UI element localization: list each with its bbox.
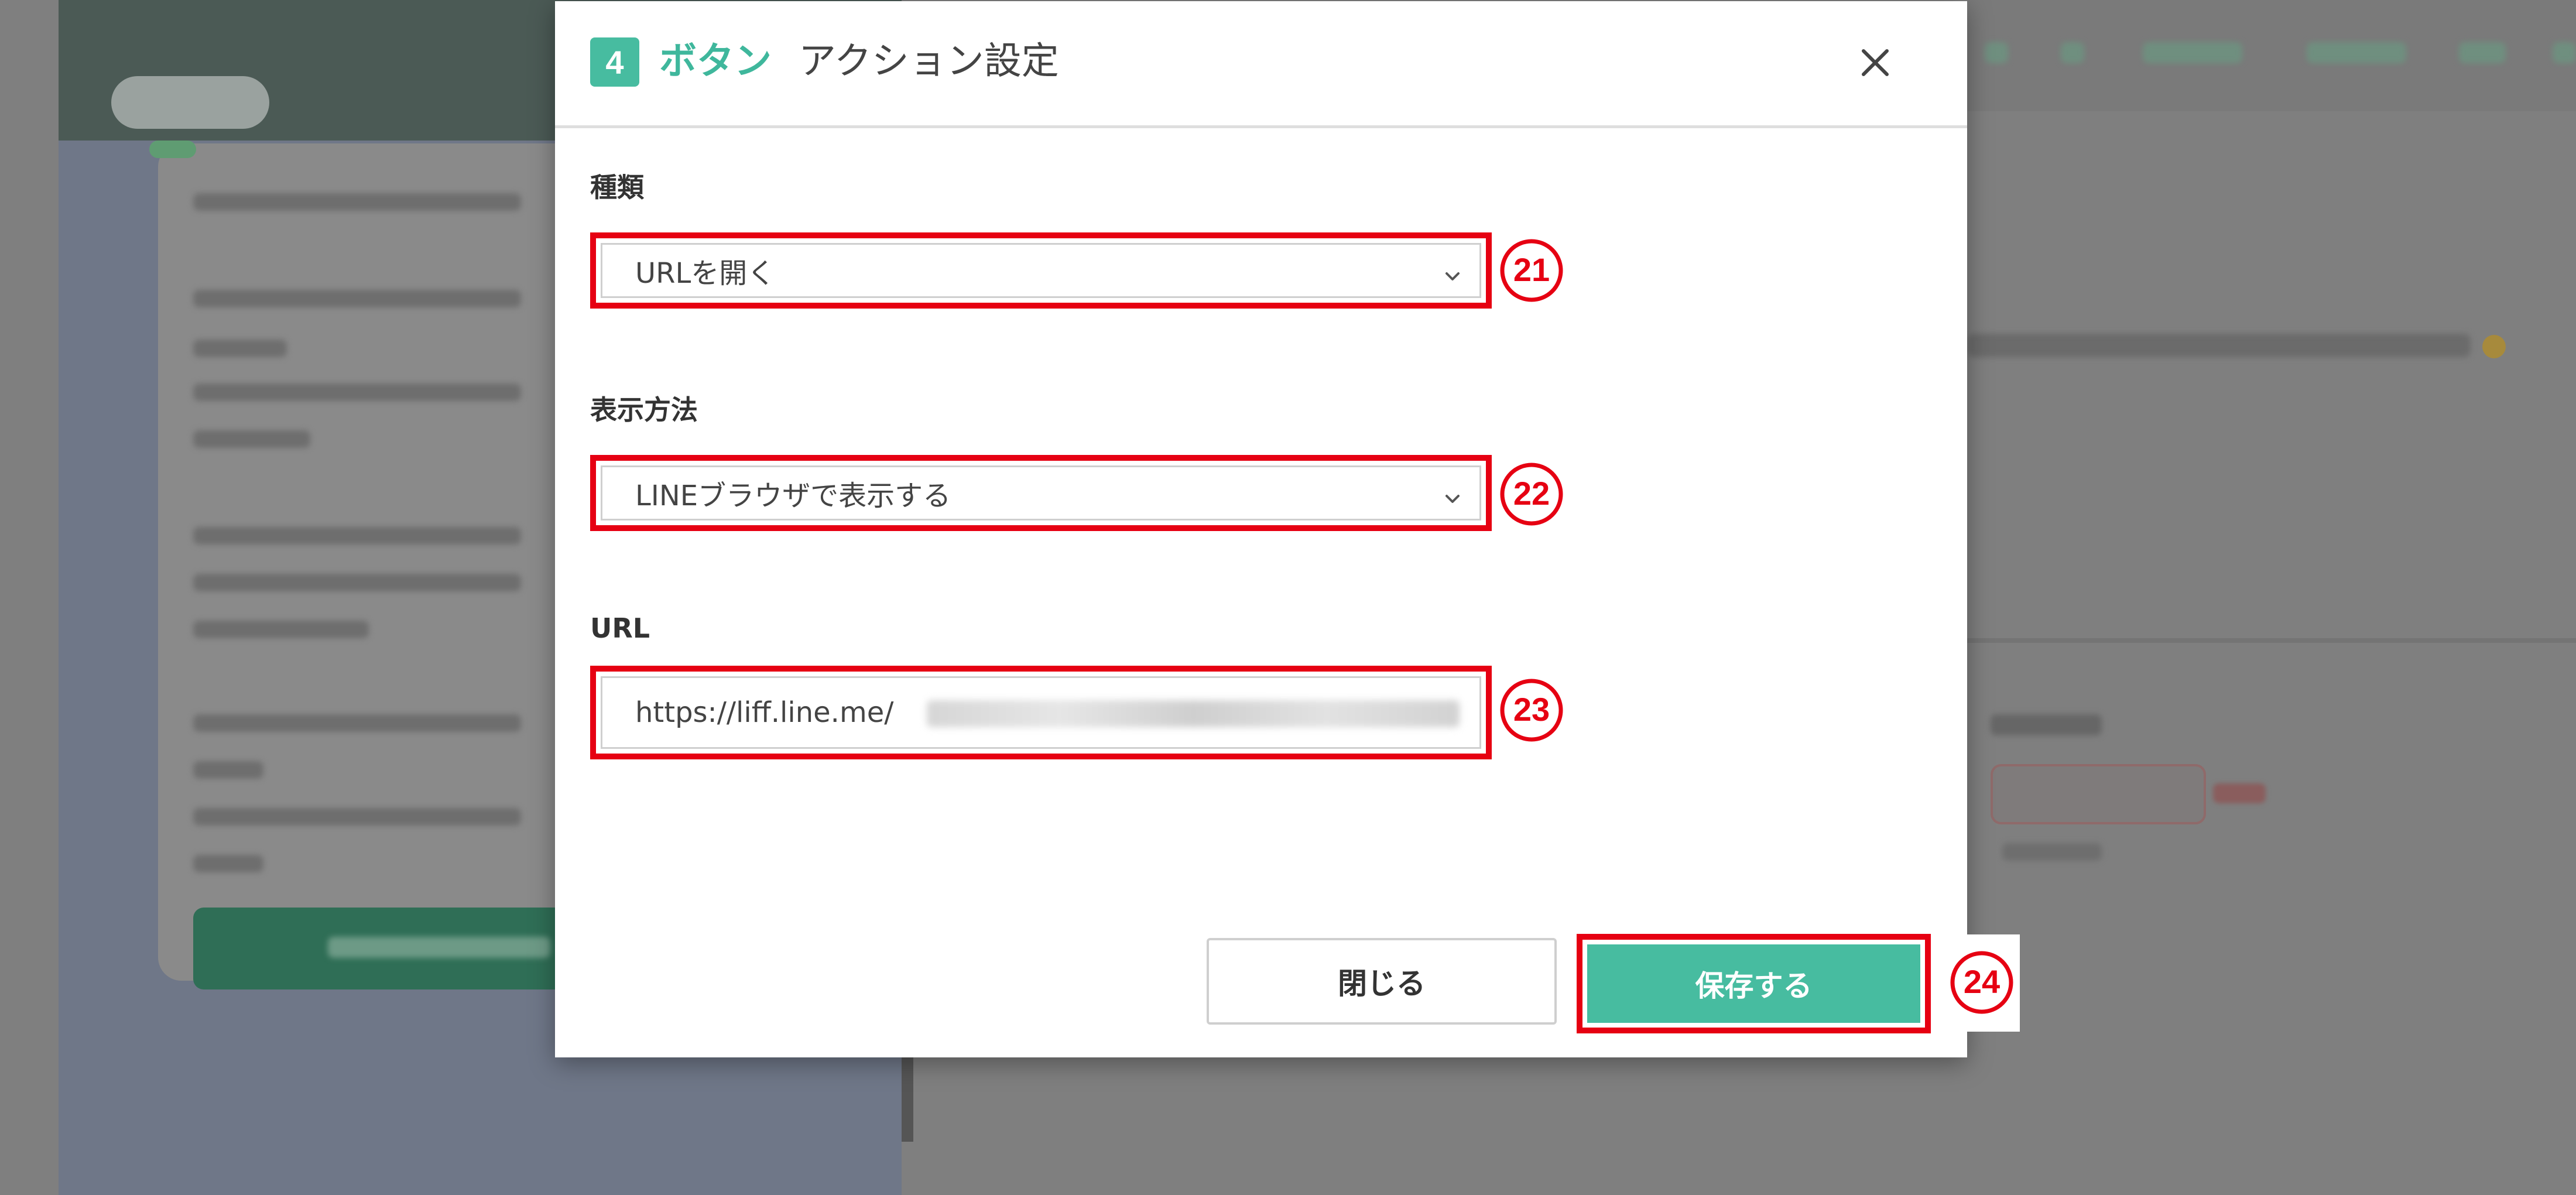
- background-text-line: [193, 855, 263, 872]
- type-select[interactable]: URLを開く: [601, 243, 1481, 298]
- save-button-highlight: 保存する: [1577, 934, 1931, 1033]
- chevron-down-icon: [1445, 272, 1460, 280]
- background-text-line: [193, 621, 369, 638]
- background-text-line: [1967, 334, 2471, 357]
- display-method-select-value: LINEブラウザで表示する: [635, 480, 951, 512]
- url-field-label: URL: [590, 612, 650, 644]
- background-text-line: [193, 430, 310, 448]
- callout-21-number: 21: [1513, 251, 1550, 288]
- type-select-highlight: URLを開く: [590, 232, 1492, 309]
- modal-title: アクション設定: [799, 40, 1059, 83]
- callout-21: 21: [1500, 239, 1563, 302]
- action-settings-modal: 4 ボタン アクション設定 種類 URLを開く 21 表示方法 LINEブラウザ…: [555, 1, 1967, 1057]
- callout-23-number: 23: [1513, 691, 1550, 728]
- background-pill: [111, 76, 269, 129]
- background-text-line: [193, 384, 521, 401]
- url-input-value: https://liff.line.me/: [635, 696, 894, 729]
- display-method-select[interactable]: LINEブラウザで表示する: [601, 465, 1481, 521]
- type-select-value: URLを開く: [635, 257, 776, 290]
- background-text-line: [193, 290, 521, 307]
- callout-22: 22: [1500, 463, 1563, 526]
- background-avatar: [149, 141, 196, 158]
- close-button[interactable]: [1855, 42, 1896, 83]
- modal-header: 4 ボタン アクション設定: [555, 1, 1967, 128]
- url-input[interactable]: https://liff.line.me/: [601, 676, 1481, 749]
- background-nav-item: [1985, 42, 2008, 63]
- background-label: [1991, 714, 2102, 735]
- background-text-line: [193, 761, 263, 779]
- background-chat-button-text: [328, 937, 550, 958]
- display-method-field-label: 表示方法: [590, 394, 698, 426]
- close-icon: [1862, 49, 1889, 76]
- url-input-highlight: https://liff.line.me/: [590, 666, 1492, 759]
- background-nav-item: [2061, 42, 2084, 63]
- background-tag-note: [2213, 783, 2266, 803]
- callout-22-number: 22: [1513, 475, 1550, 512]
- background-text-line: [193, 808, 521, 826]
- step-number-badge: 4: [590, 37, 639, 87]
- url-redacted-portion: [927, 700, 1460, 727]
- chevron-down-icon: [1445, 495, 1460, 503]
- callout-23: 23: [1500, 679, 1563, 742]
- background-text-line: [193, 193, 521, 211]
- type-field-label: 種類: [590, 172, 644, 203]
- callout-24-number: 24: [1964, 963, 2000, 1000]
- background-text-line: [193, 714, 521, 732]
- save-button[interactable]: 保存する: [1587, 944, 1920, 1023]
- background-emoji: [2482, 335, 2506, 358]
- callout-24: 24: [1950, 951, 2013, 1014]
- background-text-line: [193, 527, 521, 545]
- background-nav-item: [2307, 42, 2406, 63]
- display-method-select-highlight: LINEブラウザで表示する: [590, 455, 1492, 531]
- background-text-line: [193, 574, 521, 591]
- close-dialog-button[interactable]: 閉じる: [1207, 938, 1557, 1025]
- background-nav-item: [2143, 42, 2242, 63]
- background-nav-item: [2553, 42, 2576, 63]
- background-text-line: [193, 340, 287, 357]
- background-tag: [1991, 764, 2206, 824]
- background-nav-item: [2459, 42, 2506, 63]
- background-small-text: [2002, 843, 2102, 861]
- modal-title-emphasis: ボタン: [659, 40, 772, 83]
